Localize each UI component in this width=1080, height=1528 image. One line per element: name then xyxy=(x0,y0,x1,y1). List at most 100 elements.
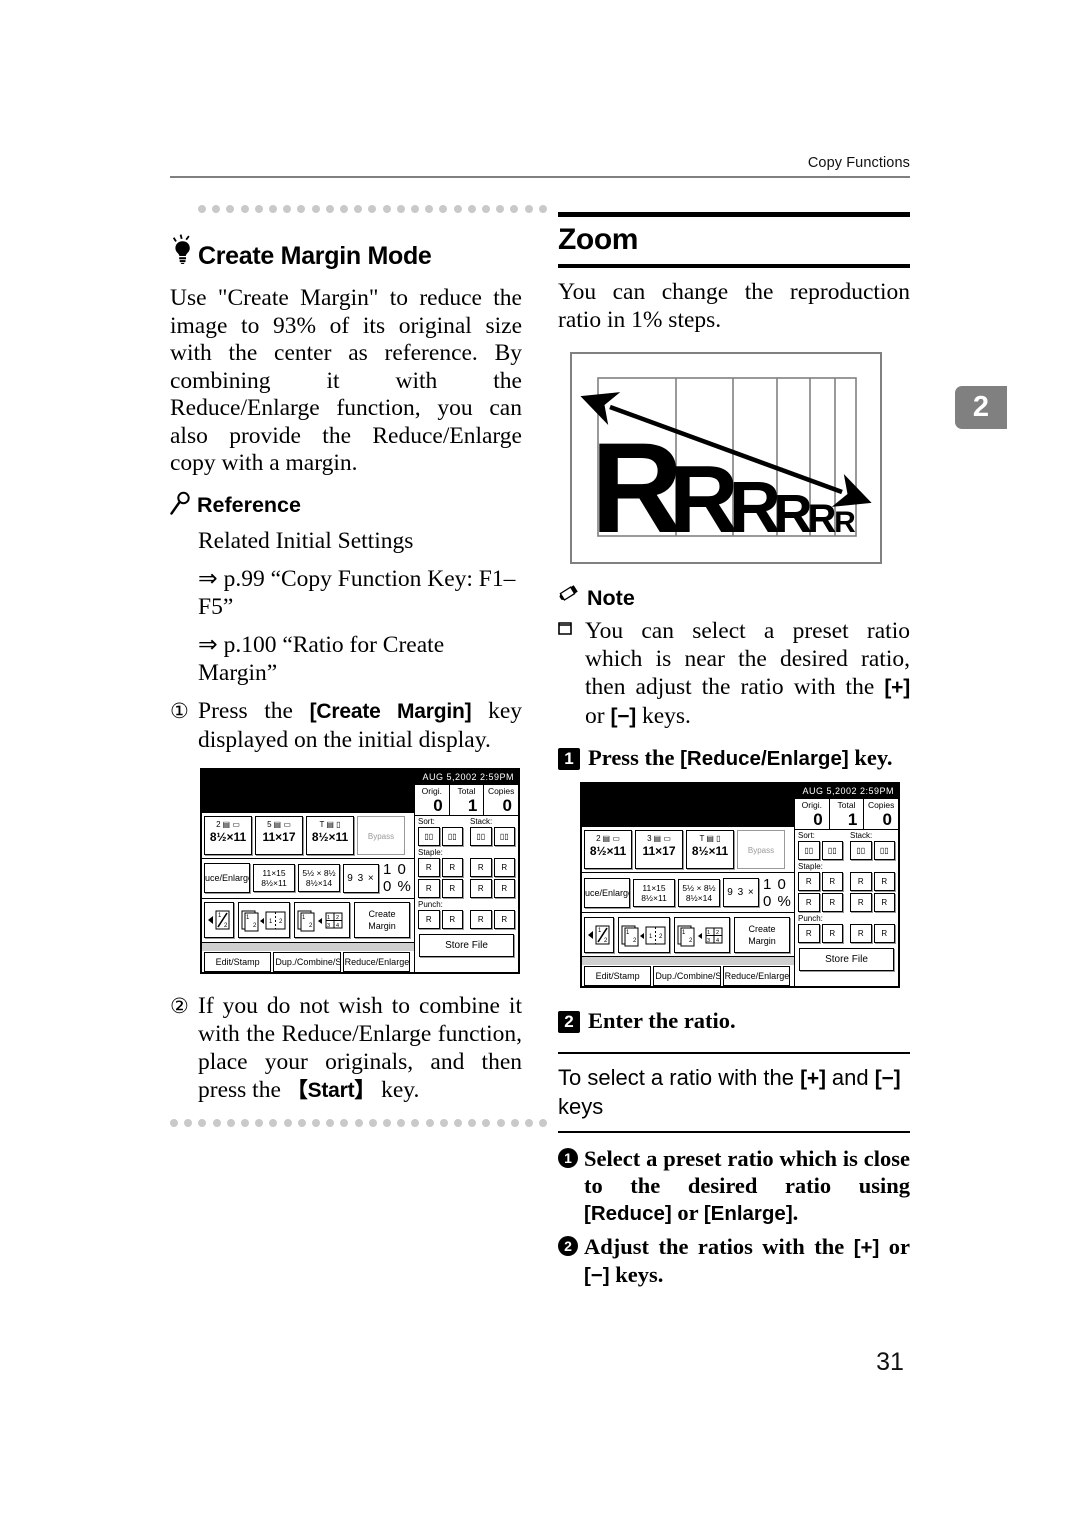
tray-button-2b[interactable]: 3 ▤ ▭ 11×17 xyxy=(635,830,683,869)
stack-button-a-1[interactable]: ▯▯ xyxy=(470,826,492,846)
staple-button-8b[interactable]: R xyxy=(873,893,895,912)
staple-button-7[interactable]: R xyxy=(470,878,492,898)
staple-button-4b[interactable]: R xyxy=(821,893,843,912)
punch-button-2b[interactable]: R xyxy=(821,924,843,943)
tray-button-2[interactable]: 5 ▤ ▭ 11×17 xyxy=(255,815,303,855)
tray-button-1b[interactable]: 2 ▤ ▭ 8½×11 xyxy=(584,830,632,869)
staple-button-8[interactable]: R xyxy=(493,878,515,898)
punch-button-4[interactable]: R xyxy=(493,909,515,929)
sub-mid: and xyxy=(825,1065,875,1090)
header-rule xyxy=(170,176,910,178)
store-file-button-1[interactable]: Store File xyxy=(419,933,514,957)
staple-button-1b[interactable]: R xyxy=(798,872,820,891)
tip-dot xyxy=(297,205,306,213)
tray-button-3b[interactable]: T ▤ ▯ 8½×11 xyxy=(686,830,734,869)
store-file-button-2[interactable]: Store File xyxy=(799,948,894,971)
tip-dot xyxy=(240,205,249,213)
tip-dot xyxy=(340,1118,349,1127)
staple-button-5b[interactable]: R xyxy=(850,872,872,891)
sort-button-a-1[interactable]: ▯▯ xyxy=(418,826,440,846)
tab-dup-combine-series-2[interactable]: Dup./Combine/Series xyxy=(653,966,721,986)
step1-text-before: Press the xyxy=(198,697,310,724)
lcd-status-bar-1: AUG 5,2002 2:59PM xyxy=(202,769,518,785)
tip-dot xyxy=(454,1118,462,1127)
substep-marker-2: 2 xyxy=(558,1233,584,1289)
substep-list: 1 Select a preset ratio which is close t… xyxy=(558,1145,910,1289)
staple-label-1: Staple: xyxy=(418,847,443,857)
tab-reduce-enlarge-2[interactable]: Reduce/Enlarge xyxy=(722,966,790,986)
ratio-93-button-1[interactable]: 9 3 × xyxy=(343,863,379,893)
staple-button-2[interactable]: R xyxy=(441,857,463,877)
tray-button-1[interactable]: 2 ▤ ▭ 8½×11 xyxy=(204,815,252,855)
tip-section-title: Create Margin Mode xyxy=(170,234,522,271)
note-text-b: or xyxy=(585,703,611,729)
step-heading-2: 2 Enter the ratio. xyxy=(558,1008,910,1034)
staple-button-3b[interactable]: R xyxy=(798,893,820,912)
staple-button-1[interactable]: R xyxy=(418,857,440,877)
staple-button-3[interactable]: R xyxy=(418,878,440,898)
punch-button-4b[interactable]: R xyxy=(873,924,895,943)
enlarge-key-label: [Enlarge] xyxy=(703,1202,793,1225)
duplex-button-1[interactable]: 1 2 xyxy=(204,902,234,938)
ratio-preset-button-2[interactable]: 5½ × 8½ 8½×14 xyxy=(298,864,340,892)
duplex-button-2[interactable]: 1 2 1 2 xyxy=(238,902,290,938)
step-heading-1-text: Press the [Reduce/Enlarge] key. xyxy=(588,745,892,772)
tray-button-3[interactable]: T ▤ ▯ 8½×11 xyxy=(306,815,354,855)
punch-button-3b[interactable]: R xyxy=(850,924,872,943)
tab-edit-stamp-1[interactable]: Edit/Stamp xyxy=(204,951,272,972)
counter-copies-1: Copies 0 xyxy=(484,785,518,815)
staple-button-2b[interactable]: R xyxy=(821,872,843,891)
substep-text-1: Select a preset ratio which is close to … xyxy=(584,1145,910,1227)
stack-button-b-1[interactable]: ▯▯ xyxy=(493,826,515,846)
ratio-93-button-2[interactable]: 9 3 × xyxy=(723,878,759,907)
tip-dot xyxy=(254,205,263,213)
punch-button-3[interactable]: R xyxy=(470,909,492,929)
minus-key-label-sub: [−] xyxy=(874,1067,901,1090)
plus-key-label-sub2: [+] xyxy=(853,1236,880,1259)
reduce-enlarge-partial-label-2[interactable]: uce/Enlarge xyxy=(584,877,630,908)
ratio-preset-button-2b[interactable]: 5½ × 8½ 8½×14 xyxy=(678,878,720,907)
tip-dot xyxy=(226,1118,235,1127)
tab-dup-combine-series-1[interactable]: Dup./Combine/Series xyxy=(273,951,341,972)
note-text-c: keys. xyxy=(636,703,691,729)
reduce-enlarge-partial-label-1[interactable]: uce/Enlarge xyxy=(204,863,250,893)
staple-button-6[interactable]: R xyxy=(493,857,515,877)
lcd-datetime-2: AUG 5,2002 2:59PM xyxy=(802,786,894,796)
tray-size-3b: 8½×11 xyxy=(691,844,729,858)
tab-edit-stamp-2[interactable]: Edit/Stamp xyxy=(584,966,652,986)
duplex-button-1b[interactable]: 1 2 xyxy=(584,916,614,953)
tip-dot xyxy=(425,205,434,213)
stack-button-b-2[interactable]: ▯▯ xyxy=(873,841,895,860)
sort-button-b-1[interactable]: ▯▯ xyxy=(441,826,463,846)
staple-button-6b[interactable]: R xyxy=(873,872,895,891)
sort-button-a-2[interactable]: ▯▯ xyxy=(798,841,820,860)
punch-button-1b[interactable]: R xyxy=(798,924,820,943)
svg-text:4: 4 xyxy=(336,923,339,929)
bypass-tray-button[interactable]: Bypass xyxy=(357,815,405,855)
pencil-icon xyxy=(558,585,580,611)
create-margin-button-2[interactable]: Create Margin xyxy=(734,916,790,953)
tab-reduce-enlarge-1[interactable]: Reduce/Enlarge xyxy=(342,951,410,972)
step-item-1: ① Press the [Create Margin] key displaye… xyxy=(170,697,522,754)
duplex-button-3[interactable]: 1 2 3 4 1 2 xyxy=(294,902,350,938)
bypass-tray-button-2[interactable]: Bypass xyxy=(737,830,785,869)
counter-label-total-1: Total xyxy=(457,785,476,796)
ratio-preset-button-1b[interactable]: 11×15 8½×11 xyxy=(633,878,675,907)
paper-tray-row-1: 2 ▤ ▭ 8½×11 5 ▤ ▭ 11×17 T ▤ ▯ 8½×11 Bypa… xyxy=(202,813,414,859)
staple-button-4[interactable]: R xyxy=(441,878,463,898)
staple-button-5[interactable]: R xyxy=(470,857,492,877)
ratio-preset-button-1[interactable]: 11×15 8½×11 xyxy=(253,864,295,892)
bypass-label-2: Bypass xyxy=(747,846,775,855)
counter-copies-2: Copies 0 xyxy=(864,799,898,829)
punch-button-2[interactable]: R xyxy=(441,909,463,929)
sort-button-b-2[interactable]: ▯▯ xyxy=(821,841,843,860)
duplex-button-2b[interactable]: 1 2 1 2 xyxy=(618,916,670,953)
substep-number-badge-1: 1 xyxy=(558,1148,578,1168)
duplex-button-3b[interactable]: 1 2 3 4 1 2 xyxy=(674,916,730,953)
tip-dot xyxy=(297,1118,306,1127)
staple-button-7b[interactable]: R xyxy=(850,893,872,912)
punch-button-1[interactable]: R xyxy=(418,909,440,929)
create-margin-button-1[interactable]: Create Margin xyxy=(354,902,410,938)
stack-button-a-2[interactable]: ▯▯ xyxy=(850,841,872,860)
tip-dot xyxy=(525,1118,533,1127)
